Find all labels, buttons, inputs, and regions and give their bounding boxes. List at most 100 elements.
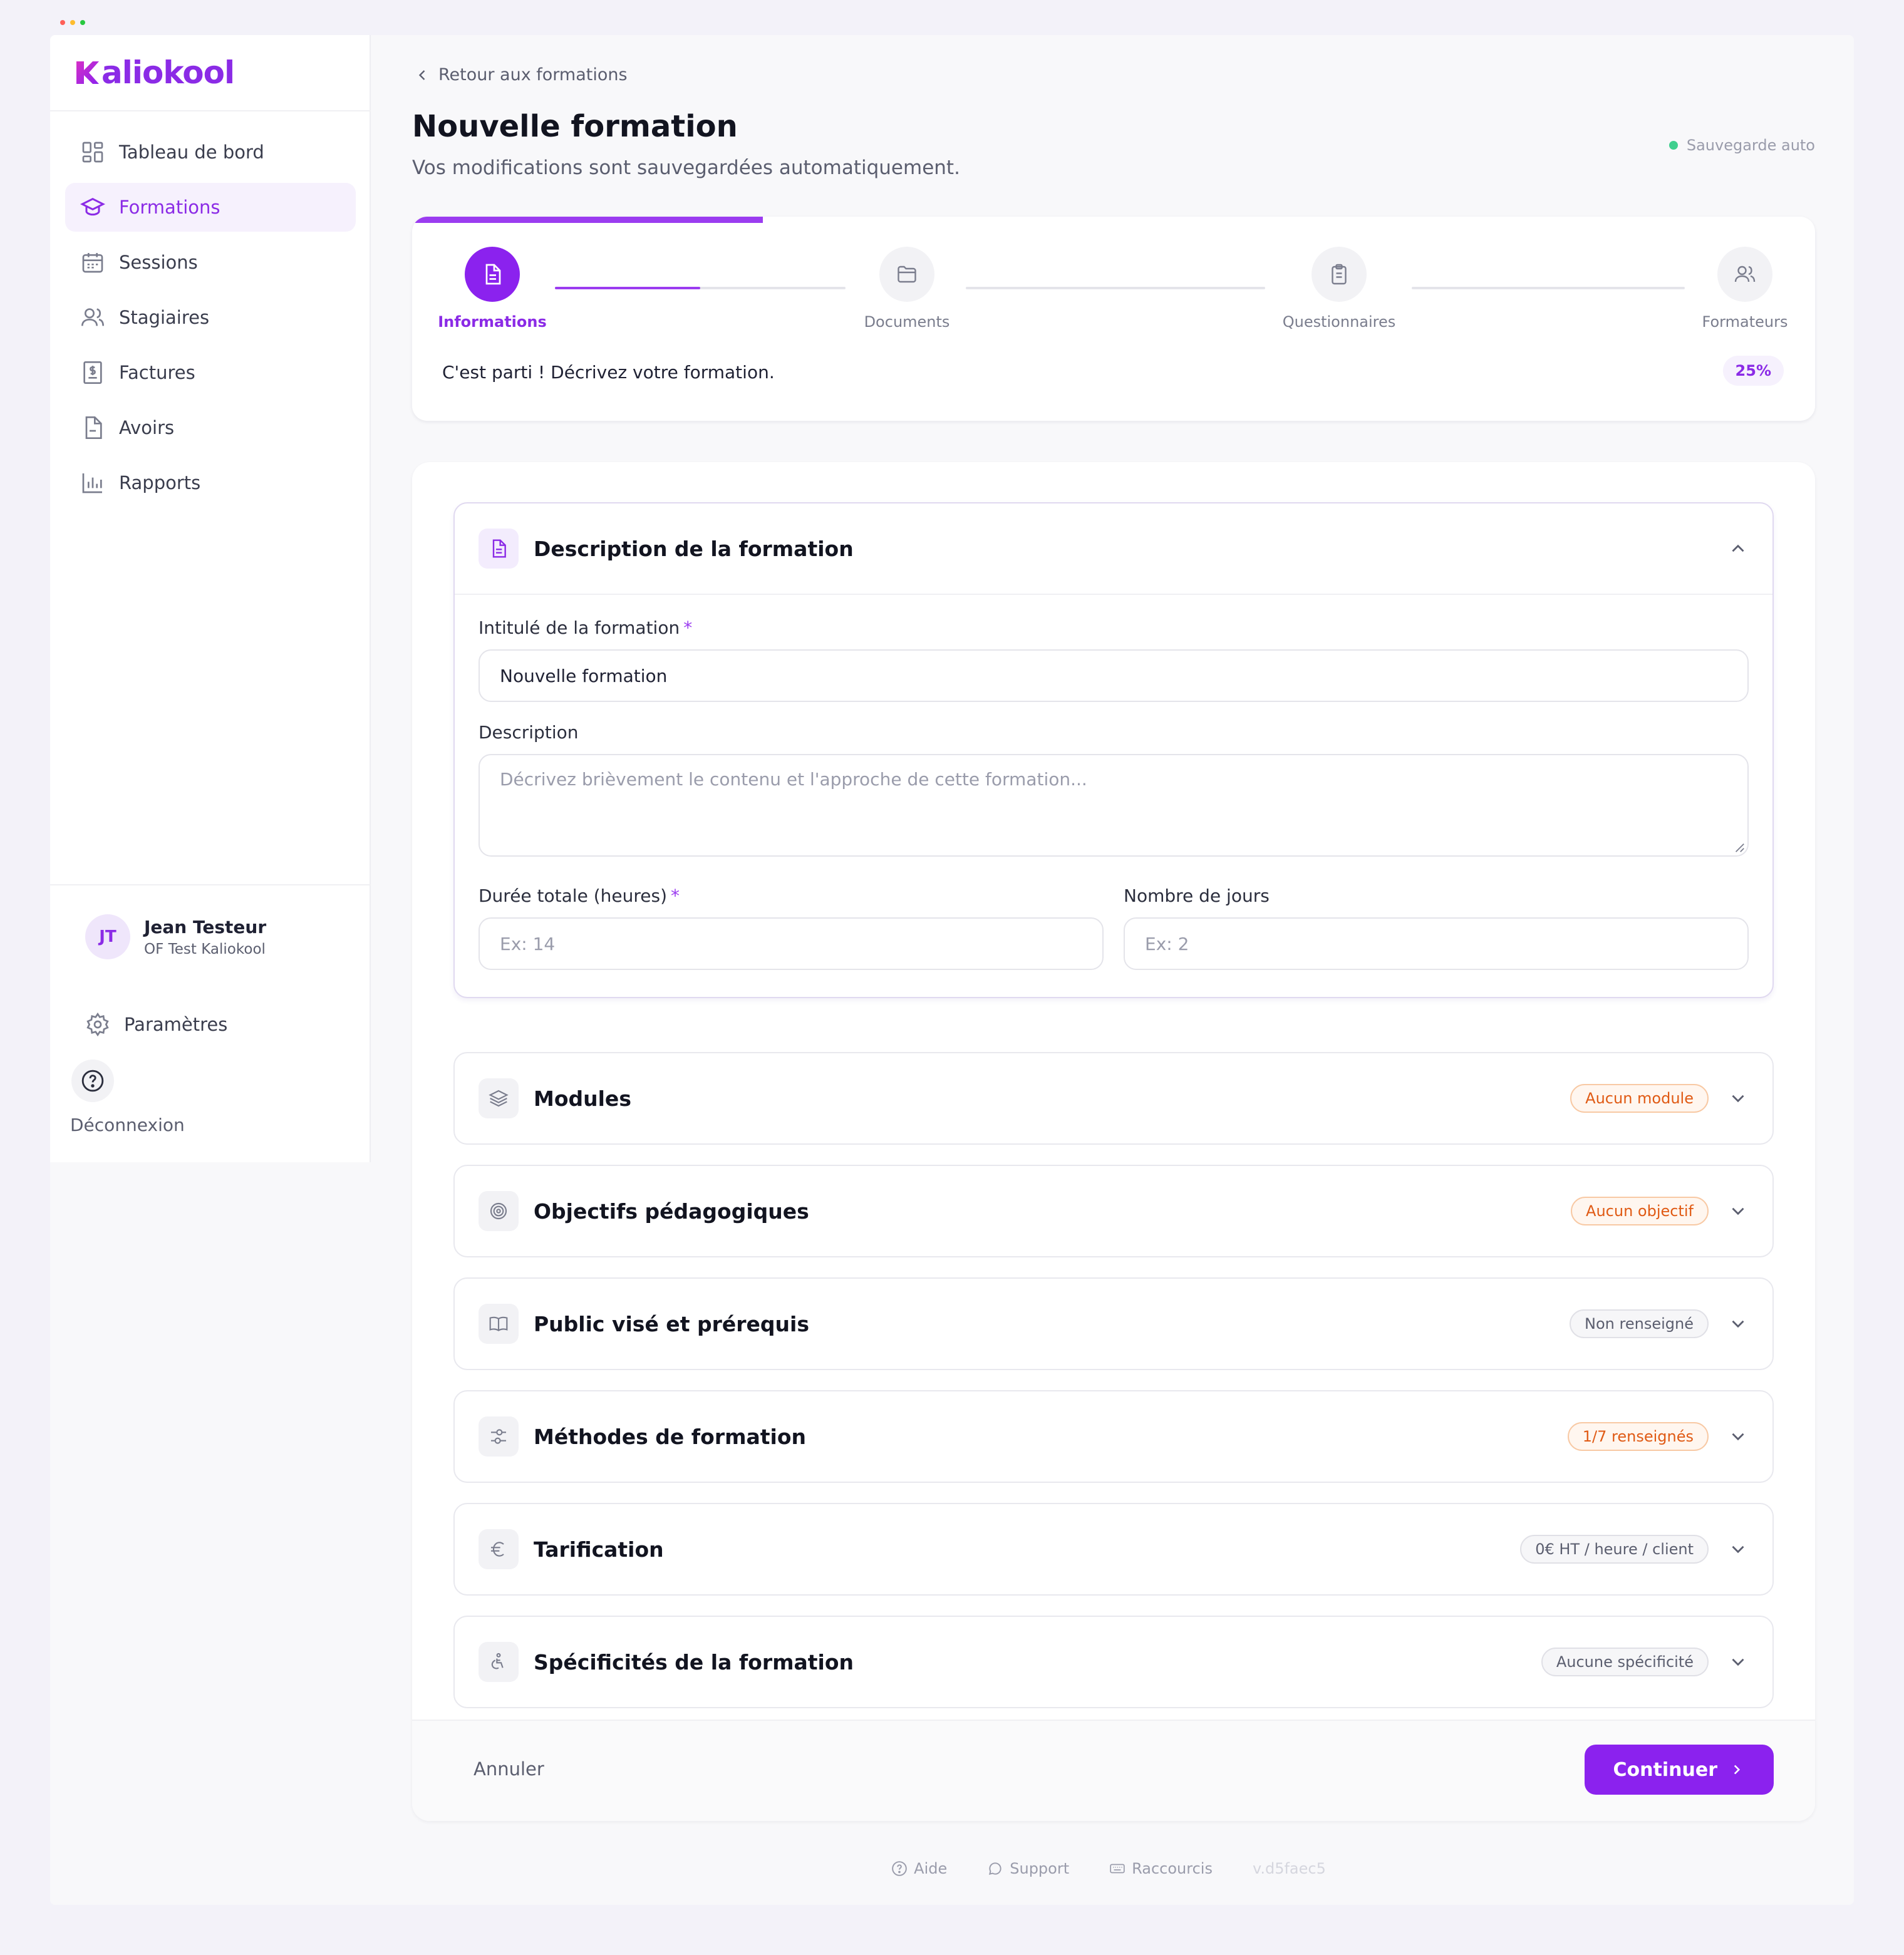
chevron-down-icon[interactable] [1727, 1088, 1749, 1109]
layers-icon [489, 1090, 509, 1107]
section-controls: 0€ HT / heure / client [1520, 1535, 1749, 1564]
user-info: Jean Testeur OF Test Kaliokool [144, 917, 266, 957]
section-objectifs[interactable]: Objectifs pédagogiques Aucun objectif [453, 1165, 1774, 1257]
resize-handle-icon[interactable] [1734, 842, 1745, 853]
status-badge: Non renseigné [1570, 1309, 1709, 1338]
chevron-up-icon[interactable] [1727, 538, 1749, 559]
users-icon [1734, 266, 1756, 282]
sidebar-item-label: Sessions [119, 252, 198, 273]
sidebar-item-rapports[interactable]: Rapports [65, 458, 356, 507]
sliders-icon [491, 1429, 506, 1444]
support-link[interactable]: Support [987, 1860, 1069, 1877]
step-documents[interactable]: Documents [844, 247, 970, 331]
section-header[interactable]: Tarification 0€ HT / heure / client [455, 1504, 1772, 1594]
description-textarea[interactable]: Décrivez brièvement le contenu et l'appr… [479, 754, 1749, 857]
duration-row: Durée totale (heures) * Ex: 14 Nombre de … [479, 885, 1749, 970]
section-icon [479, 1078, 519, 1118]
days-input[interactable]: Ex: 2 [1124, 917, 1749, 970]
step-formateurs[interactable]: Formateurs [1682, 247, 1808, 331]
chevron-right-icon [1734, 1765, 1741, 1775]
section-header[interactable]: Modules Aucun module [455, 1053, 1772, 1143]
window-maximize-dot[interactable] [80, 20, 85, 25]
section-body: Intitulé de la formation * Nouvelle forma… [455, 594, 1772, 995]
section-header[interactable]: Public visé et prérequis Non renseigné [455, 1279, 1772, 1369]
chevron-left-icon [418, 70, 425, 80]
formation-title-input[interactable]: Nouvelle formation [479, 649, 1749, 702]
shortcuts-link[interactable]: Raccourcis [1109, 1860, 1213, 1877]
help-circle-icon [81, 1070, 104, 1092]
user-name: Jean Testeur [144, 916, 267, 937]
user-profile[interactable]: JT Jean Testeur OF Test Kaliokool [85, 914, 266, 959]
status-badge: 1/7 renseignés [1567, 1422, 1709, 1451]
chevron-down-icon[interactable] [1727, 1200, 1749, 1222]
help-link[interactable]: Aide [891, 1860, 947, 1877]
cancel-button[interactable]: Annuler [473, 1758, 544, 1780]
section-header[interactable]: Spécificités de la formation Aucune spéc… [455, 1617, 1772, 1707]
step-circle [1717, 247, 1772, 302]
users-icon [81, 308, 104, 326]
section-header[interactable]: Objectifs pédagogiques Aucun objectif [455, 1166, 1772, 1256]
section-controls: Non renseigné [1570, 1309, 1749, 1338]
help-label: Aide [914, 1860, 948, 1877]
step-informations[interactable]: Informations [430, 247, 555, 331]
sidebar-bottom-divider [50, 884, 371, 885]
chevron-down-icon[interactable] [1727, 1651, 1749, 1673]
section-title: Spécificités de la formation [534, 1649, 854, 1674]
required-mark: * [683, 617, 693, 638]
status-badge: 0€ HT / heure / client [1520, 1535, 1709, 1564]
section-methodes[interactable]: Méthodes de formation 1/7 renseignés [453, 1390, 1774, 1483]
settings-link[interactable]: Paramètres [85, 1012, 227, 1037]
help-circle-icon [892, 1861, 907, 1876]
section-modules[interactable]: Modules Aucun module [453, 1052, 1774, 1145]
section-header[interactable]: Méthodes de formation 1/7 renseignés [455, 1391, 1772, 1482]
sidebar: aliokool Tableau de bord Formations Sess… [50, 35, 371, 1162]
logout-link[interactable]: Déconnexion [70, 1115, 185, 1135]
page-subtitle: Vos modifications sont sauvegardées auto… [412, 157, 960, 179]
sidebar-item-stagiaires[interactable]: Stagiaires [65, 293, 356, 342]
brand-logo-mark-icon [76, 61, 99, 84]
section-icon [479, 1191, 519, 1231]
step-questionnaires[interactable]: Questionnaires [1276, 247, 1402, 331]
section-icon [479, 1304, 519, 1344]
status-dot [1669, 141, 1678, 150]
form-actions: Annuler Continuer [412, 1720, 1815, 1821]
textarea-placeholder: Décrivez brièvement le contenu et l'appr… [500, 769, 1087, 790]
sidebar-divider [50, 110, 371, 111]
sidebar-item-tableau-de-bord[interactable]: Tableau de bord [65, 128, 356, 177]
dashboard-icon [82, 142, 103, 163]
avatar: JT [85, 914, 130, 959]
continue-button[interactable]: Continuer [1584, 1745, 1774, 1795]
brand-logo[interactable]: aliokool [75, 54, 235, 91]
file-icon [85, 416, 102, 439]
section-public[interactable]: Public visé et prérequis Non renseigné [453, 1277, 1774, 1370]
section-header[interactable]: Description de la formation [455, 503, 1772, 594]
brand-name: aliokool [101, 54, 235, 91]
section-specificites[interactable]: Spécificités de la formation Aucune spéc… [453, 1616, 1774, 1708]
sidebar-item-factures[interactable]: Factures [65, 348, 356, 397]
document-icon [485, 264, 501, 285]
section-icon [479, 1529, 519, 1569]
sidebar-item-formations[interactable]: Formations [65, 183, 356, 232]
window-controls [60, 20, 85, 25]
field-label-days: Nombre de jours [1124, 885, 1270, 906]
duration-input[interactable]: Ex: 14 [479, 917, 1104, 970]
section-title: Tarification [534, 1537, 664, 1562]
window-close-dot[interactable] [60, 20, 65, 25]
step-label: Questionnaires [1282, 313, 1396, 331]
chevron-down-icon[interactable] [1727, 1426, 1749, 1447]
sidebar-item-avoirs[interactable]: Avoirs [65, 403, 356, 452]
help-button[interactable] [71, 1060, 114, 1102]
chevron-down-icon[interactable] [1727, 1539, 1749, 1560]
window-minimize-dot[interactable] [70, 20, 75, 25]
sidebar-item-sessions[interactable]: Sessions [65, 238, 356, 287]
progress-percent-badge: 25% [1722, 356, 1784, 386]
back-link[interactable]: Retour aux formations [413, 65, 628, 85]
graduation-cap-icon [80, 197, 105, 216]
form-card: Description de la formation Intitulé de … [412, 462, 1815, 1821]
gear-icon [86, 1012, 109, 1037]
step-label: Informations [438, 313, 547, 331]
step-connector [1412, 287, 1685, 289]
chevron-down-icon[interactable] [1727, 1313, 1749, 1334]
target-icon [490, 1202, 507, 1220]
section-tarification[interactable]: Tarification 0€ HT / heure / client [453, 1503, 1774, 1596]
